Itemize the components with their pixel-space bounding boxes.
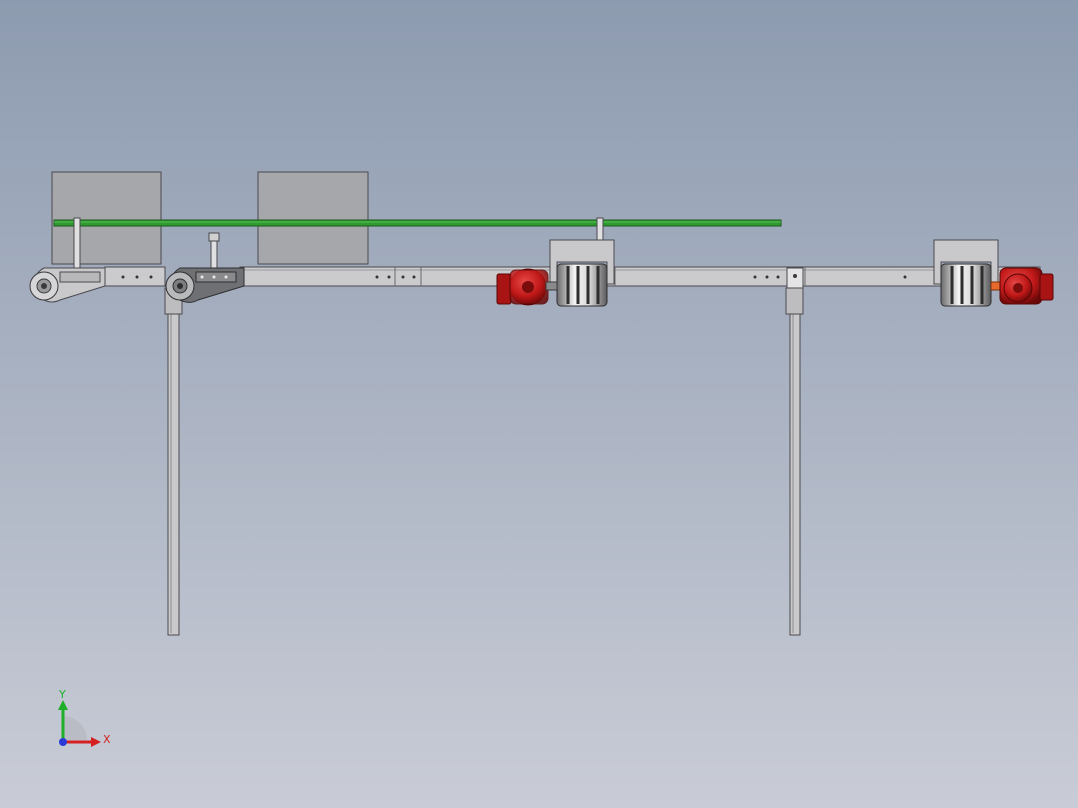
viewport-background (0, 0, 1078, 808)
roller-2[interactable] (940, 263, 992, 307)
leg-mount-bracket[interactable] (786, 267, 804, 289)
gear-motor-left[interactable] (496, 268, 558, 306)
conveyor-frame[interactable] (239, 266, 1041, 287)
roller-1[interactable] (556, 263, 608, 307)
triad-x-label: X (103, 733, 111, 746)
cad-viewport[interactable] (0, 0, 1078, 808)
guide-rail[interactable] (53, 219, 782, 227)
end-sprocket-drive[interactable] (165, 271, 195, 301)
triad-y-label: Y (59, 688, 66, 701)
rail-bracket-1[interactable] (73, 217, 81, 269)
product-box-right[interactable] (257, 171, 369, 265)
end-sprocket-left[interactable] (29, 271, 59, 301)
support-leg-left[interactable] (164, 287, 183, 636)
rail-bracket-2[interactable] (208, 232, 220, 271)
product-box-left[interactable] (51, 171, 162, 265)
z-axis-dot-icon (59, 738, 67, 746)
